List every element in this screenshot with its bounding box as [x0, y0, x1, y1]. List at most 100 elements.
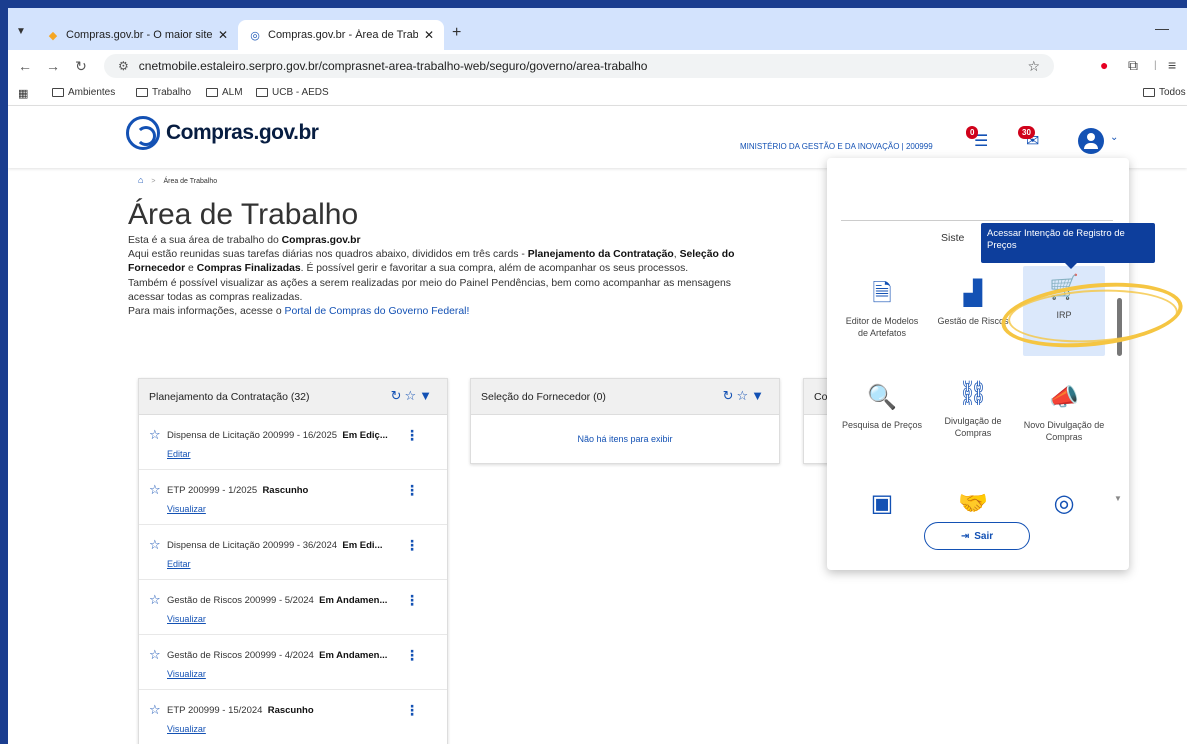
logout-button[interactable]: ⇥ Sair: [924, 522, 1030, 550]
refresh-icon[interactable]: ↻: [723, 388, 737, 403]
filter-icon[interactable]: ▼: [751, 388, 767, 403]
item-text: ETP 200999 - 15/2024 Rascunho: [167, 705, 314, 716]
card-title: Co: [814, 390, 828, 403]
compras-logo-icon: [126, 116, 160, 150]
tile-pesquisa-precos[interactable]: 🔍 Pesquisa de Preços: [841, 380, 923, 432]
bookmark-label: UCB - AEDS: [272, 87, 329, 98]
compras-logo[interactable]: Compras.gov.br: [126, 116, 319, 150]
close-tab-icon[interactable]: ✕: [218, 28, 228, 42]
address-bar[interactable]: ⚙ cnetmobile.estaleiro.serpro.gov.br/com…: [104, 54, 1054, 78]
list-item[interactable]: ☆ Gestão de Riscos 200999 - 4/2024 Em An…: [139, 635, 447, 690]
item-name: ETP 200999 - 15/2024: [167, 705, 263, 716]
favorite-star-icon[interactable]: ☆: [149, 592, 161, 608]
bookmark-ucb-aeds[interactable]: UCB - AEDS: [256, 87, 329, 98]
card-header: Planejamento da Contratação (32) ↻☆▼: [139, 379, 447, 415]
reading-list-icon[interactable]: ≡: [1168, 57, 1176, 73]
tab-title: Compras.gov.br - Área de Traba: [268, 29, 418, 41]
bookmark-trabalho[interactable]: Trabalho: [136, 87, 191, 98]
favorite-star-icon[interactable]: ☆: [149, 482, 161, 498]
bookmark-star-icon[interactable]: ☆: [1027, 58, 1040, 75]
more-options-icon[interactable]: ⋮: [405, 482, 419, 499]
bookmark-ambientes[interactable]: Ambientes: [52, 87, 115, 98]
handshake-icon: 🤝: [958, 490, 988, 516]
all-bookmarks[interactable]: Todos: [1143, 87, 1186, 98]
apps-grid-icon[interactable]: ▦: [18, 87, 28, 100]
tile-novo-divulgacao[interactable]: 📣 Novo Divulgação de Compras: [1023, 380, 1105, 443]
breadcrumb: ⌂ > Área de Trabalho: [138, 175, 217, 185]
item-status: Em Ediç...: [342, 430, 388, 441]
item-action-link[interactable]: Visualizar: [167, 724, 206, 734]
list-item[interactable]: ☆ ETP 200999 - 1/2025 Rascunho ⋮ Visuali…: [139, 470, 447, 525]
minimize-icon[interactable]: —: [1155, 20, 1169, 36]
item-name: Dispensa de Licitação 200999 - 36/2024: [167, 540, 338, 551]
new-tab-icon[interactable]: +: [452, 24, 461, 42]
tab-search-icon[interactable]: ▼: [16, 26, 26, 37]
intro-bold: Planejamento da Contratação: [527, 249, 674, 261]
systems-label: Siste: [941, 232, 965, 244]
item-action-link[interactable]: Visualizar: [167, 669, 206, 679]
item-text: Gestão de Riscos 200999 - 5/2024 Em Anda…: [167, 595, 387, 606]
portal-link[interactable]: Portal de Compras do Governo Federal!: [285, 306, 470, 317]
more-options-icon[interactable]: ⋮: [405, 427, 419, 444]
list-item[interactable]: ☆ Dispensa de Licitação 200999 - 36/2024…: [139, 525, 447, 580]
tile-divulgacao-compras[interactable]: ⛓ Divulgação de Compras: [932, 376, 1014, 439]
panel-divider: [841, 220, 1113, 221]
item-status: Em Andamen...: [319, 650, 388, 661]
chevron-down-icon[interactable]: ⌄: [1110, 132, 1118, 143]
list-item[interactable]: ☆ Gestão de Riscos 200999 - 5/2024 Em An…: [139, 580, 447, 635]
intro-bold: Compras.gov.br: [281, 235, 361, 246]
organization-label: MINISTÉRIO DA GESTÃO E DA INOVAÇÃO | 200…: [740, 142, 933, 151]
item-action-link[interactable]: Visualizar: [167, 614, 206, 624]
favorite-star-icon[interactable]: ☆: [736, 388, 751, 403]
intro-text: Aqui estão reunidas suas tarefas diárias…: [128, 249, 528, 261]
user-avatar-icon[interactable]: [1078, 128, 1104, 154]
more-options-icon[interactable]: ⋮: [405, 592, 419, 609]
item-action-link[interactable]: Visualizar: [167, 504, 206, 514]
tile-label: Divulgação de Compras: [944, 416, 1002, 438]
refresh-icon[interactable]: ↻: [391, 388, 405, 403]
item-action-link[interactable]: Editar: [167, 559, 191, 569]
home-icon[interactable]: ⌂: [138, 175, 143, 185]
extensions-icon[interactable]: ⧉: [1128, 57, 1138, 74]
pinterest-extension-icon[interactable]: ●: [1100, 57, 1108, 73]
close-tab-icon[interactable]: ✕: [424, 28, 434, 42]
tab-inactive[interactable]: ◆ Compras.gov.br - O maior site d ✕: [36, 20, 238, 50]
tile-partial-2[interactable]: 🤝: [932, 486, 1014, 516]
folder-icon: [206, 88, 218, 97]
site-info-icon[interactable]: ⚙: [118, 59, 129, 73]
link-chain-icon: ⛓: [957, 380, 989, 407]
favorite-star-icon[interactable]: ☆: [149, 537, 161, 553]
item-name: Gestão de Riscos 200999 - 4/2024: [167, 650, 314, 661]
tab-active[interactable]: ◎ Compras.gov.br - Área de Traba ✕: [238, 20, 444, 50]
bookmark-alm[interactable]: ALM: [206, 87, 243, 98]
filter-icon[interactable]: ▼: [419, 388, 435, 403]
document-transfer-icon: ▣: [870, 490, 894, 516]
favorite-star-icon[interactable]: ☆: [404, 388, 419, 403]
empty-message: Não há itens para exibir: [577, 434, 673, 444]
bookmark-label: Ambientes: [68, 87, 116, 98]
list-item[interactable]: ☆ Dispensa de Licitação 200999 - 16/2025…: [139, 415, 447, 470]
breadcrumb-separator: >: [151, 178, 156, 185]
megaphone-icon: 📣: [1049, 384, 1079, 411]
favorite-star-icon[interactable]: ☆: [149, 647, 161, 663]
list-item[interactable]: ☆ ETP 200999 - 15/2024 Rascunho ⋮ Visual…: [139, 690, 447, 744]
intro-text: acessar todas as compras realizadas.: [128, 291, 303, 303]
item-action-link[interactable]: Editar: [167, 449, 191, 459]
favorite-star-icon[interactable]: ☆: [149, 702, 161, 718]
tile-editor-modelos[interactable]: 🗎 Editor de Modelos de Artefatos: [841, 276, 923, 339]
tile-partial-3[interactable]: ◎: [1023, 486, 1105, 516]
favorite-star-icon[interactable]: ☆: [149, 427, 161, 443]
reload-icon[interactable]: ↻: [70, 58, 92, 75]
site-favicon-icon: ◆: [48, 29, 58, 42]
back-icon[interactable]: ←: [14, 58, 36, 74]
more-options-icon[interactable]: ⋮: [405, 647, 419, 664]
more-options-icon[interactable]: ⋮: [405, 537, 419, 554]
tile-partial-1[interactable]: ▣: [841, 486, 923, 516]
card-planejamento: Planejamento da Contratação (32) ↻☆▼ ☆ D…: [138, 378, 448, 744]
page-title: Área de Trabalho: [128, 198, 359, 231]
more-options-icon[interactable]: ⋮: [405, 702, 419, 719]
bookmark-label: ALM: [222, 87, 243, 98]
forward-icon[interactable]: →: [42, 58, 64, 74]
scroll-down-icon[interactable]: ▼: [1114, 494, 1122, 503]
intro-text: e: [185, 263, 197, 275]
